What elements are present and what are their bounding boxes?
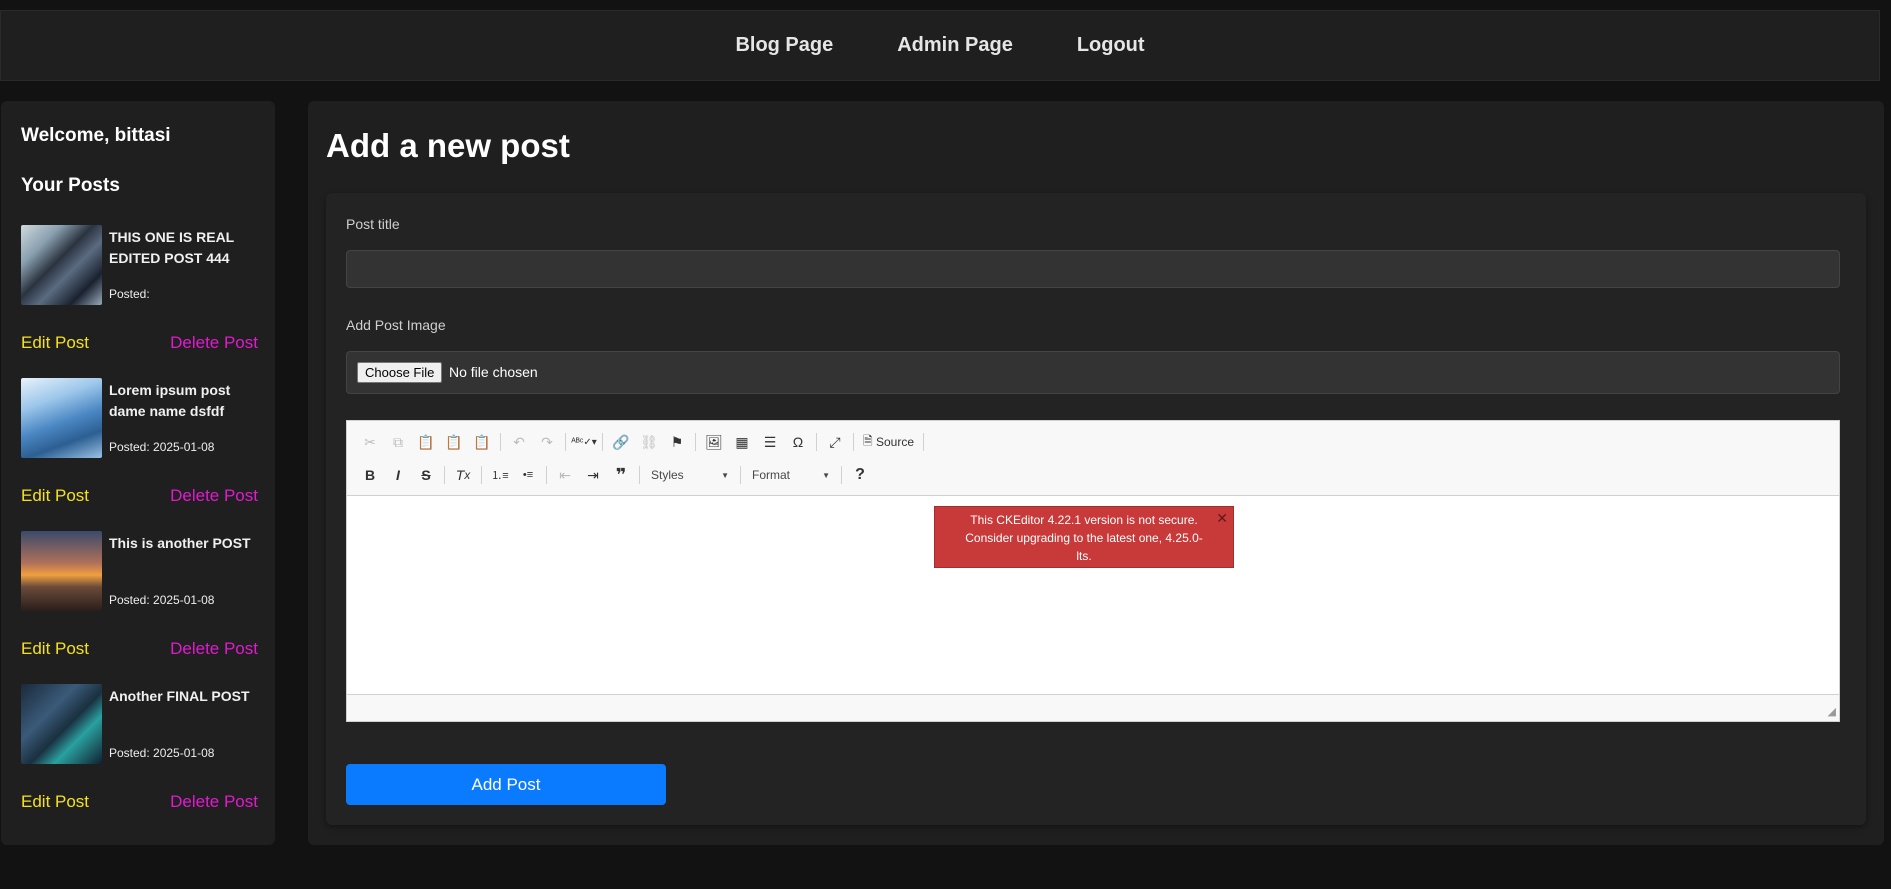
post-card: THIS ONE IS REAL EDITED POST 444 Posted:… [21, 225, 259, 375]
post-title[interactable]: Lorem ipsum post dame name dsfdf [109, 380, 259, 422]
toolbar-separator [816, 433, 817, 451]
post-thumbnail[interactable] [21, 684, 102, 764]
post-date: Posted: 2025-01-08 [109, 746, 215, 760]
resize-handle-icon[interactable]: ◢ [1828, 705, 1836, 718]
edit-post-link[interactable]: Edit Post [21, 486, 89, 506]
bold-icon[interactable]: B [357, 463, 383, 487]
styles-label: Styles [651, 468, 684, 482]
source-button[interactable]: 🗎 Source [859, 430, 918, 454]
paste-text-icon[interactable]: 📋 [441, 430, 467, 454]
spellcheck-icon[interactable]: ᴬᴮᶜ✓▾ [571, 430, 597, 454]
edit-post-link[interactable]: Edit Post [21, 333, 89, 353]
post-card: Another FINAL POST Posted: 2025-01-08 Ed… [21, 684, 259, 834]
post-image-input[interactable]: Choose File No file chosen [346, 351, 1840, 394]
toolbar-separator [602, 433, 603, 451]
toolbar-separator [444, 466, 445, 484]
help-icon[interactable]: ? [847, 463, 873, 487]
nav-admin-page[interactable]: Admin Page [897, 34, 1013, 57]
add-post-button[interactable]: Add Post [346, 764, 666, 805]
post-date: Posted: [109, 287, 150, 301]
delete-post-link[interactable]: Delete Post [170, 486, 258, 506]
security-notice: This CKEditor 4.22.1 version is not secu… [934, 506, 1234, 568]
link-icon[interactable]: 🔗 [608, 430, 634, 454]
edit-post-link[interactable]: Edit Post [21, 639, 89, 659]
nav-logout[interactable]: Logout [1077, 34, 1145, 57]
toolbar-separator [695, 433, 696, 451]
post-title[interactable]: THIS ONE IS REAL EDITED POST 444 [109, 227, 259, 269]
toolbar-separator [565, 433, 566, 451]
special-char-icon[interactable]: Ω [785, 430, 811, 454]
remove-format-icon[interactable]: Tx [450, 463, 476, 487]
unlink-icon[interactable]: ⛓ [636, 430, 662, 454]
chevron-down-icon: ▼ [721, 470, 729, 480]
post-date: Posted: 2025-01-08 [109, 593, 215, 607]
toolbar-separator [923, 433, 925, 451]
toolbar-separator [481, 466, 482, 484]
post-title[interactable]: This is another POST [109, 533, 259, 554]
post-title-label: Post title [346, 216, 400, 232]
main-panel: Add a new post Post title Add Post Image… [308, 101, 1884, 845]
your-posts-heading: Your Posts [21, 175, 120, 196]
post-card: This is another POST Posted: 2025-01-08 … [21, 531, 259, 681]
source-icon: 🗎 [863, 433, 876, 448]
paste-word-icon[interactable]: 📋 [469, 430, 495, 454]
post-date: Posted: 2025-01-08 [109, 440, 215, 454]
toolbar-separator [546, 466, 547, 484]
nav-blog-page[interactable]: Blog Page [735, 34, 833, 57]
indent-icon[interactable]: ⇥ [580, 463, 606, 487]
security-notice-text: This CKEditor 4.22.1 version is not secu… [965, 513, 1203, 563]
format-label: Format [752, 468, 791, 482]
toolbar-separator [740, 466, 741, 484]
italic-icon[interactable]: I [385, 463, 411, 487]
maximize-icon[interactable]: ⤢ [822, 430, 848, 454]
welcome-text: Welcome, bittasi [21, 125, 171, 146]
toolbar-row-2: B I S Tx ⒈≡ •≡ ⇤ ⇥ ❞ Styles ▼ Format ▼ ? [357, 462, 873, 488]
outdent-icon[interactable]: ⇤ [552, 463, 578, 487]
paste-icon[interactable]: 📋 [413, 430, 439, 454]
toolbar-separator [841, 466, 842, 484]
format-dropdown[interactable]: Format ▼ [746, 464, 836, 486]
horizontal-line-icon[interactable]: ☰ [757, 430, 783, 454]
strikethrough-icon[interactable]: S [413, 463, 439, 487]
file-status-text: No file chosen [449, 364, 538, 380]
top-nav: Blog Page Admin Page Logout [0, 10, 1880, 81]
post-card: Lorem ipsum post dame name dsfdf Posted:… [21, 378, 259, 528]
chevron-down-icon: ▼ [822, 470, 830, 480]
delete-post-link[interactable]: Delete Post [170, 639, 258, 659]
source-label: Source [875, 435, 915, 449]
styles-dropdown[interactable]: Styles ▼ [645, 464, 735, 486]
cut-icon[interactable]: ✂ [357, 430, 383, 454]
post-thumbnail[interactable] [21, 531, 102, 611]
post-title[interactable]: Another FINAL POST [109, 686, 259, 707]
numbered-list-icon[interactable]: ⒈≡ [487, 463, 513, 487]
page-title: Add a new post [326, 127, 570, 164]
post-image-label: Add Post Image [346, 317, 446, 333]
bulleted-list-icon[interactable]: •≡ [515, 463, 541, 487]
anchor-flag-icon[interactable]: ⚑ [664, 430, 690, 454]
close-icon[interactable]: ✕ [1216, 509, 1228, 527]
toolbar-separator [500, 433, 501, 451]
toolbar-row-1: ✂ ⧉ 📋 📋 📋 ↶ ↷ ᴬᴮᶜ✓▾ 🔗 ⛓ ⚑ 🖼 ▦ ☰ Ω ⤢ 🗎 So… [357, 429, 927, 455]
delete-post-link[interactable]: Delete Post [170, 792, 258, 812]
rich-text-editor[interactable]: ✂ ⧉ 📋 📋 📋 ↶ ↷ ᴬᴮᶜ✓▾ 🔗 ⛓ ⚑ 🖼 ▦ ☰ Ω ⤢ 🗎 So… [346, 420, 1840, 722]
toolbar-separator [853, 433, 854, 451]
post-thumbnail[interactable] [21, 225, 102, 305]
toolbar-separator [639, 466, 640, 484]
blockquote-icon[interactable]: ❞ [608, 463, 634, 487]
post-thumbnail[interactable] [21, 378, 102, 458]
sidebar: Welcome, bittasi Your Posts THIS ONE IS … [1, 101, 275, 845]
edit-post-link[interactable]: Edit Post [21, 792, 89, 812]
editor-footer: ◢ [347, 694, 1839, 721]
choose-file-button[interactable]: Choose File [357, 362, 443, 383]
post-title-input[interactable] [346, 250, 1840, 288]
editor-toolbar: ✂ ⧉ 📋 📋 📋 ↶ ↷ ᴬᴮᶜ✓▾ 🔗 ⛓ ⚑ 🖼 ▦ ☰ Ω ⤢ 🗎 So… [347, 421, 1839, 496]
copy-icon[interactable]: ⧉ [385, 430, 411, 454]
redo-icon[interactable]: ↷ [534, 430, 560, 454]
table-icon[interactable]: ▦ [729, 430, 755, 454]
add-post-form: Post title Add Post Image Choose File No… [326, 193, 1866, 825]
delete-post-link[interactable]: Delete Post [170, 333, 258, 353]
undo-icon[interactable]: ↶ [506, 430, 532, 454]
image-icon[interactable]: 🖼 [701, 430, 727, 454]
